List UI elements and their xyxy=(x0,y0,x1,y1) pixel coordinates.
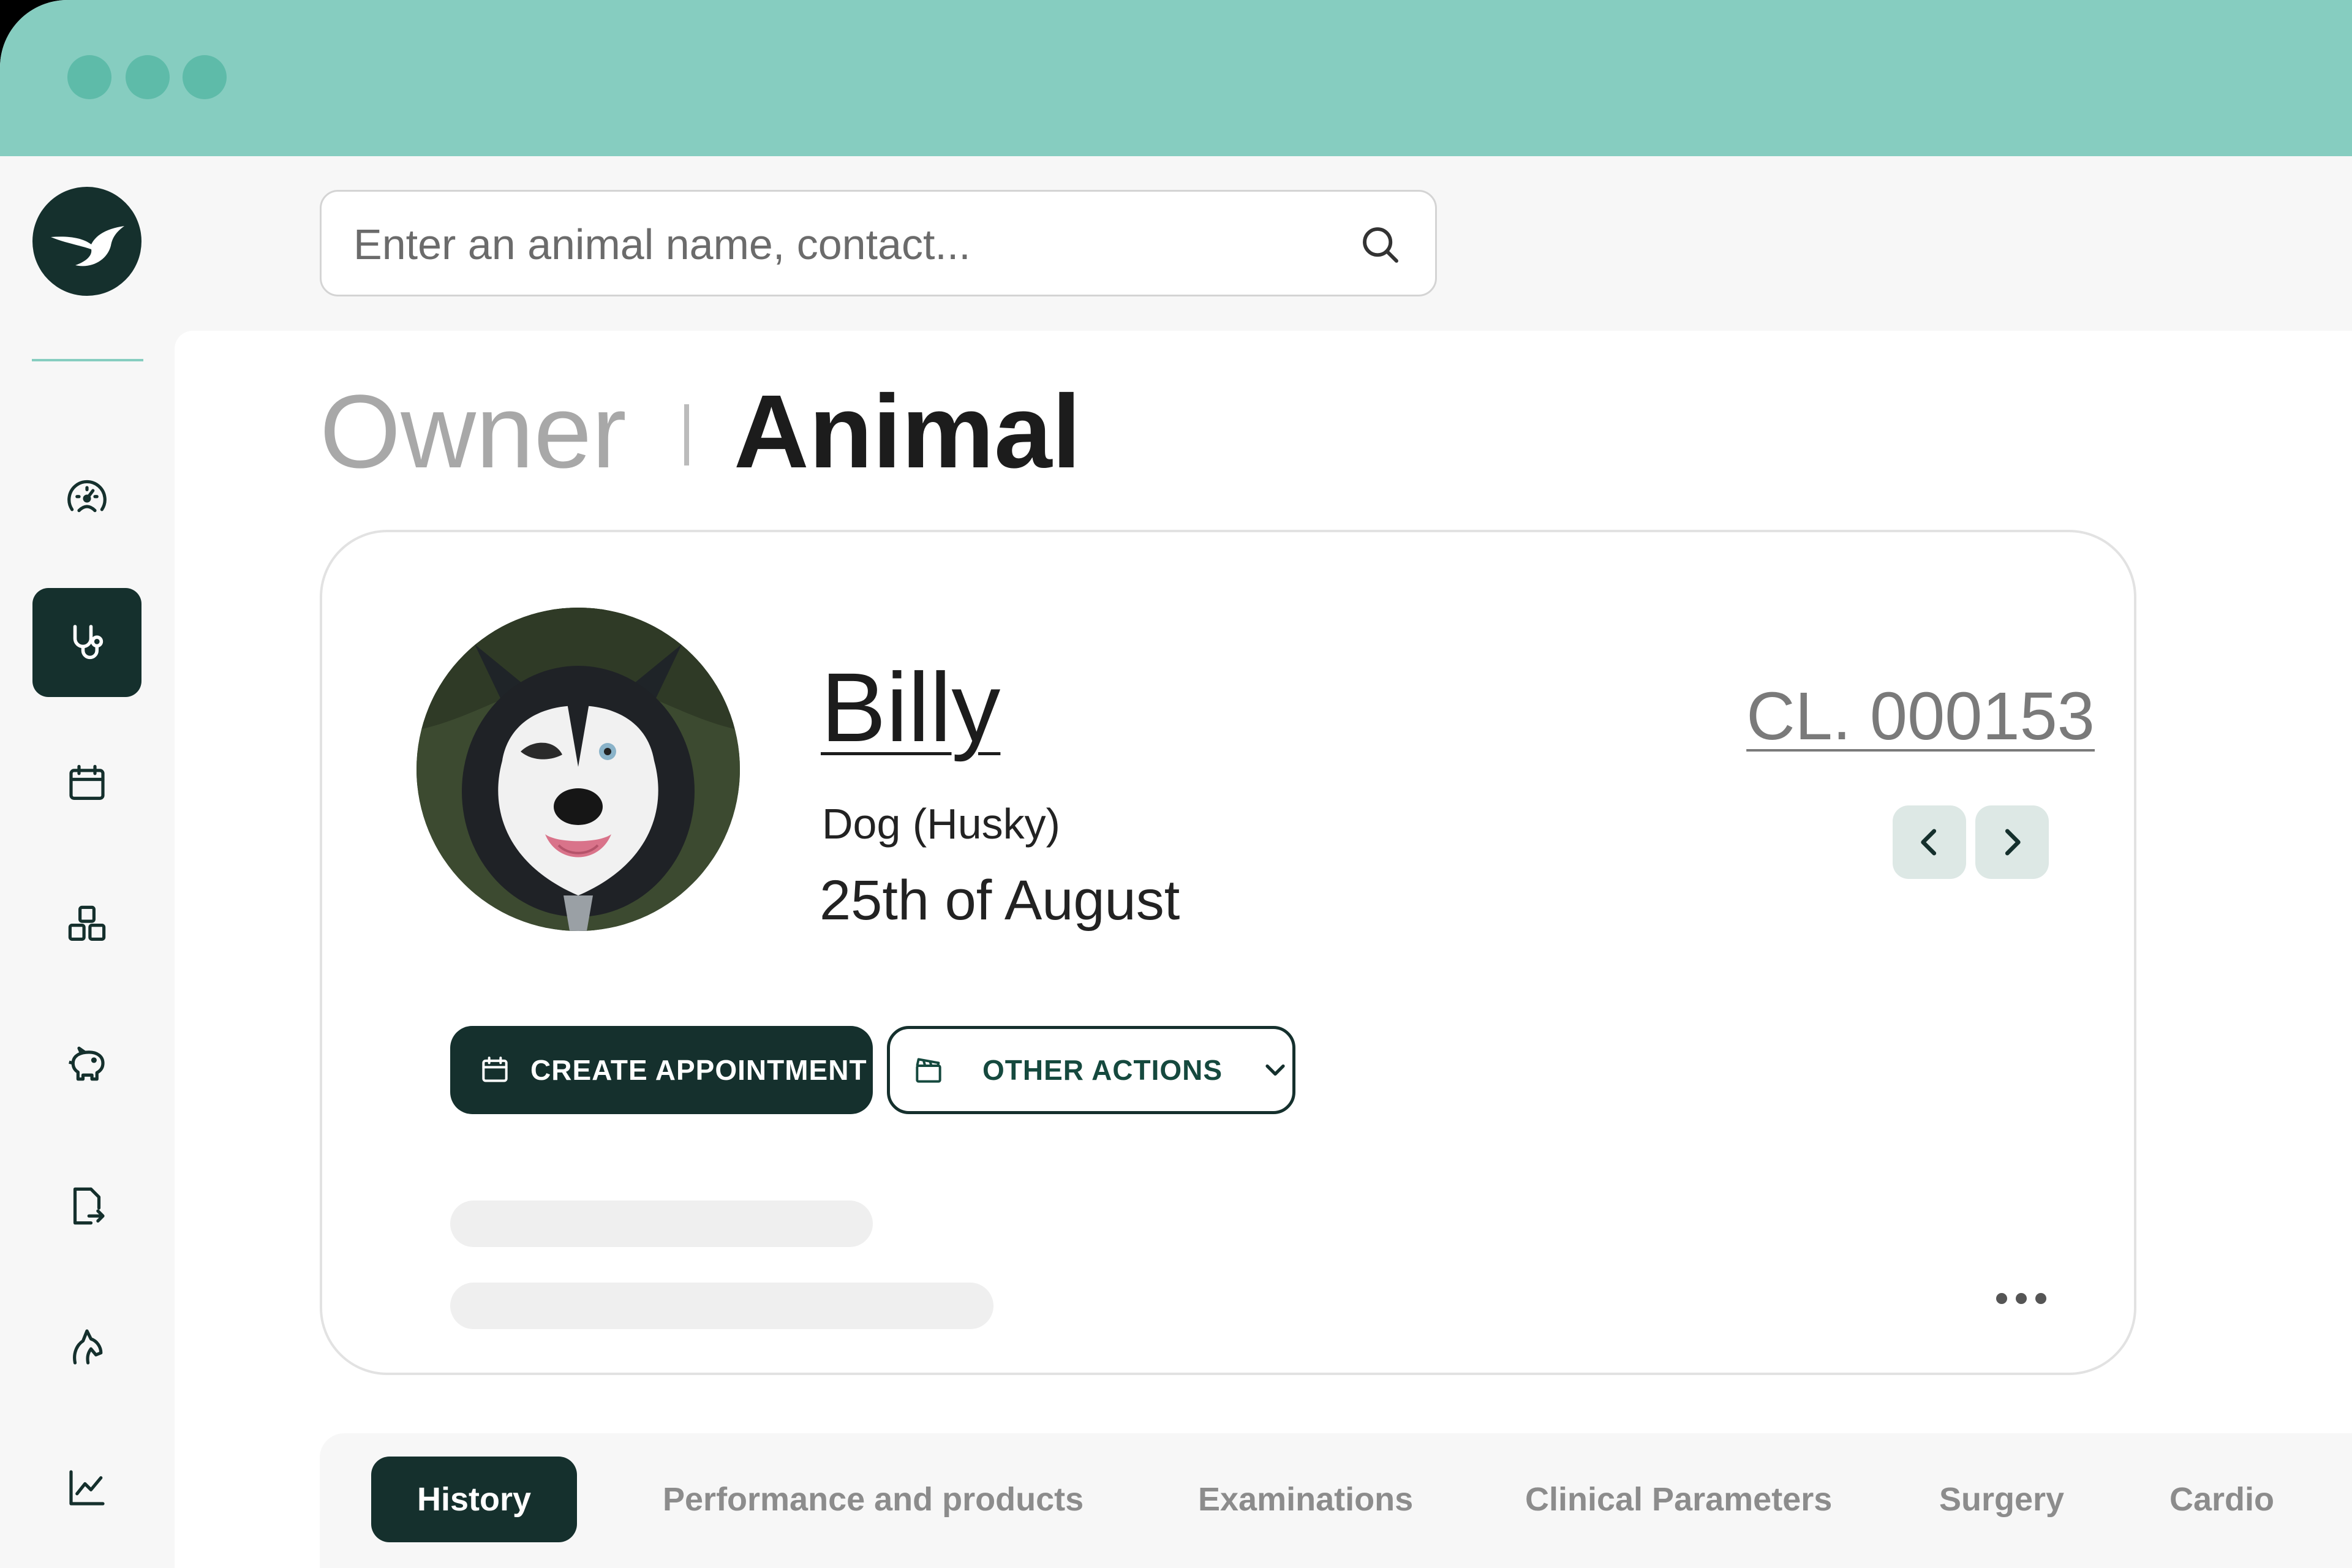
sidebar-item-clinical[interactable] xyxy=(32,588,141,697)
app-window: Owner Animal Billy Dog (Husky) 25th of A… xyxy=(0,0,2352,1568)
calendar-icon xyxy=(69,764,105,800)
sidebar-item-animals[interactable] xyxy=(32,1292,141,1401)
client-code[interactable]: CL. 000153 xyxy=(1746,677,2095,756)
skeleton-line xyxy=(450,1200,873,1247)
window-titlebar xyxy=(0,0,2352,156)
more-options-icon[interactable] xyxy=(1991,1286,2052,1311)
bird-logo-icon[interactable] xyxy=(32,187,141,296)
window-dot-maximize[interactable] xyxy=(183,55,227,99)
other-actions-button[interactable]: OTHER ACTIONS xyxy=(887,1026,1295,1114)
sidebar-item-calendar[interactable] xyxy=(32,729,141,838)
tab-clinical-parameters[interactable]: Clinical Parameters xyxy=(1525,1457,1832,1542)
sidebar-item-finance[interactable] xyxy=(32,1011,141,1120)
sidebar-item-documents[interactable] xyxy=(32,1152,141,1261)
line-chart-icon xyxy=(69,1470,105,1506)
chevron-down-icon xyxy=(1265,1064,1285,1076)
animal-name[interactable]: Billy xyxy=(821,649,1000,766)
clapperboard-icon xyxy=(916,1058,941,1083)
previous-button[interactable] xyxy=(1893,805,1966,879)
tab-examinations[interactable]: Examinations xyxy=(1198,1457,1413,1542)
boxes-icon xyxy=(68,905,106,941)
chevron-left-icon xyxy=(1921,829,1937,856)
breadcrumb-owner[interactable]: Owner xyxy=(320,371,627,493)
stethoscope-icon xyxy=(73,625,104,660)
sidebar-item-inventory[interactable] xyxy=(32,870,141,979)
window-dot-close[interactable] xyxy=(67,55,111,99)
animal-date: 25th of August xyxy=(820,869,1180,932)
sidebar-divider xyxy=(32,359,143,361)
piggy-bank-icon xyxy=(69,1046,105,1081)
dashboard-gauge-icon xyxy=(67,480,107,513)
search-icon[interactable] xyxy=(1357,221,1404,269)
breadcrumb-separator xyxy=(684,404,689,466)
sidebar-item-statistics[interactable] xyxy=(32,1433,141,1542)
create-appointment-button[interactable]: CREATE APPOINTMENT xyxy=(450,1026,873,1114)
next-button[interactable] xyxy=(1975,805,2049,879)
search-bar xyxy=(320,190,1437,296)
chevron-right-icon xyxy=(2005,829,2021,856)
skeleton-line xyxy=(450,1283,993,1329)
tab-performance-and-products[interactable]: Performance and products xyxy=(663,1457,1084,1542)
document-export-icon xyxy=(73,1187,105,1225)
breadcrumb-animal[interactable]: Animal xyxy=(734,371,1081,493)
animal-avatar xyxy=(417,608,740,931)
tab-cardio[interactable]: Cardio xyxy=(2169,1457,2274,1542)
search-input[interactable] xyxy=(352,210,1322,279)
tab-surgery[interactable]: Surgery xyxy=(1939,1457,2064,1542)
create-appointment-label: CREATE APPOINTMENT xyxy=(530,1054,867,1086)
calendar-icon xyxy=(482,1057,508,1082)
horse-head-icon xyxy=(73,1329,103,1365)
sidebar-item-dashboard[interactable] xyxy=(32,444,141,553)
tab-history[interactable]: History xyxy=(371,1457,578,1542)
other-actions-label: OTHER ACTIONS xyxy=(982,1054,1223,1086)
animal-species: Dog (Husky) xyxy=(822,800,1060,848)
window-dot-minimize[interactable] xyxy=(126,55,170,99)
